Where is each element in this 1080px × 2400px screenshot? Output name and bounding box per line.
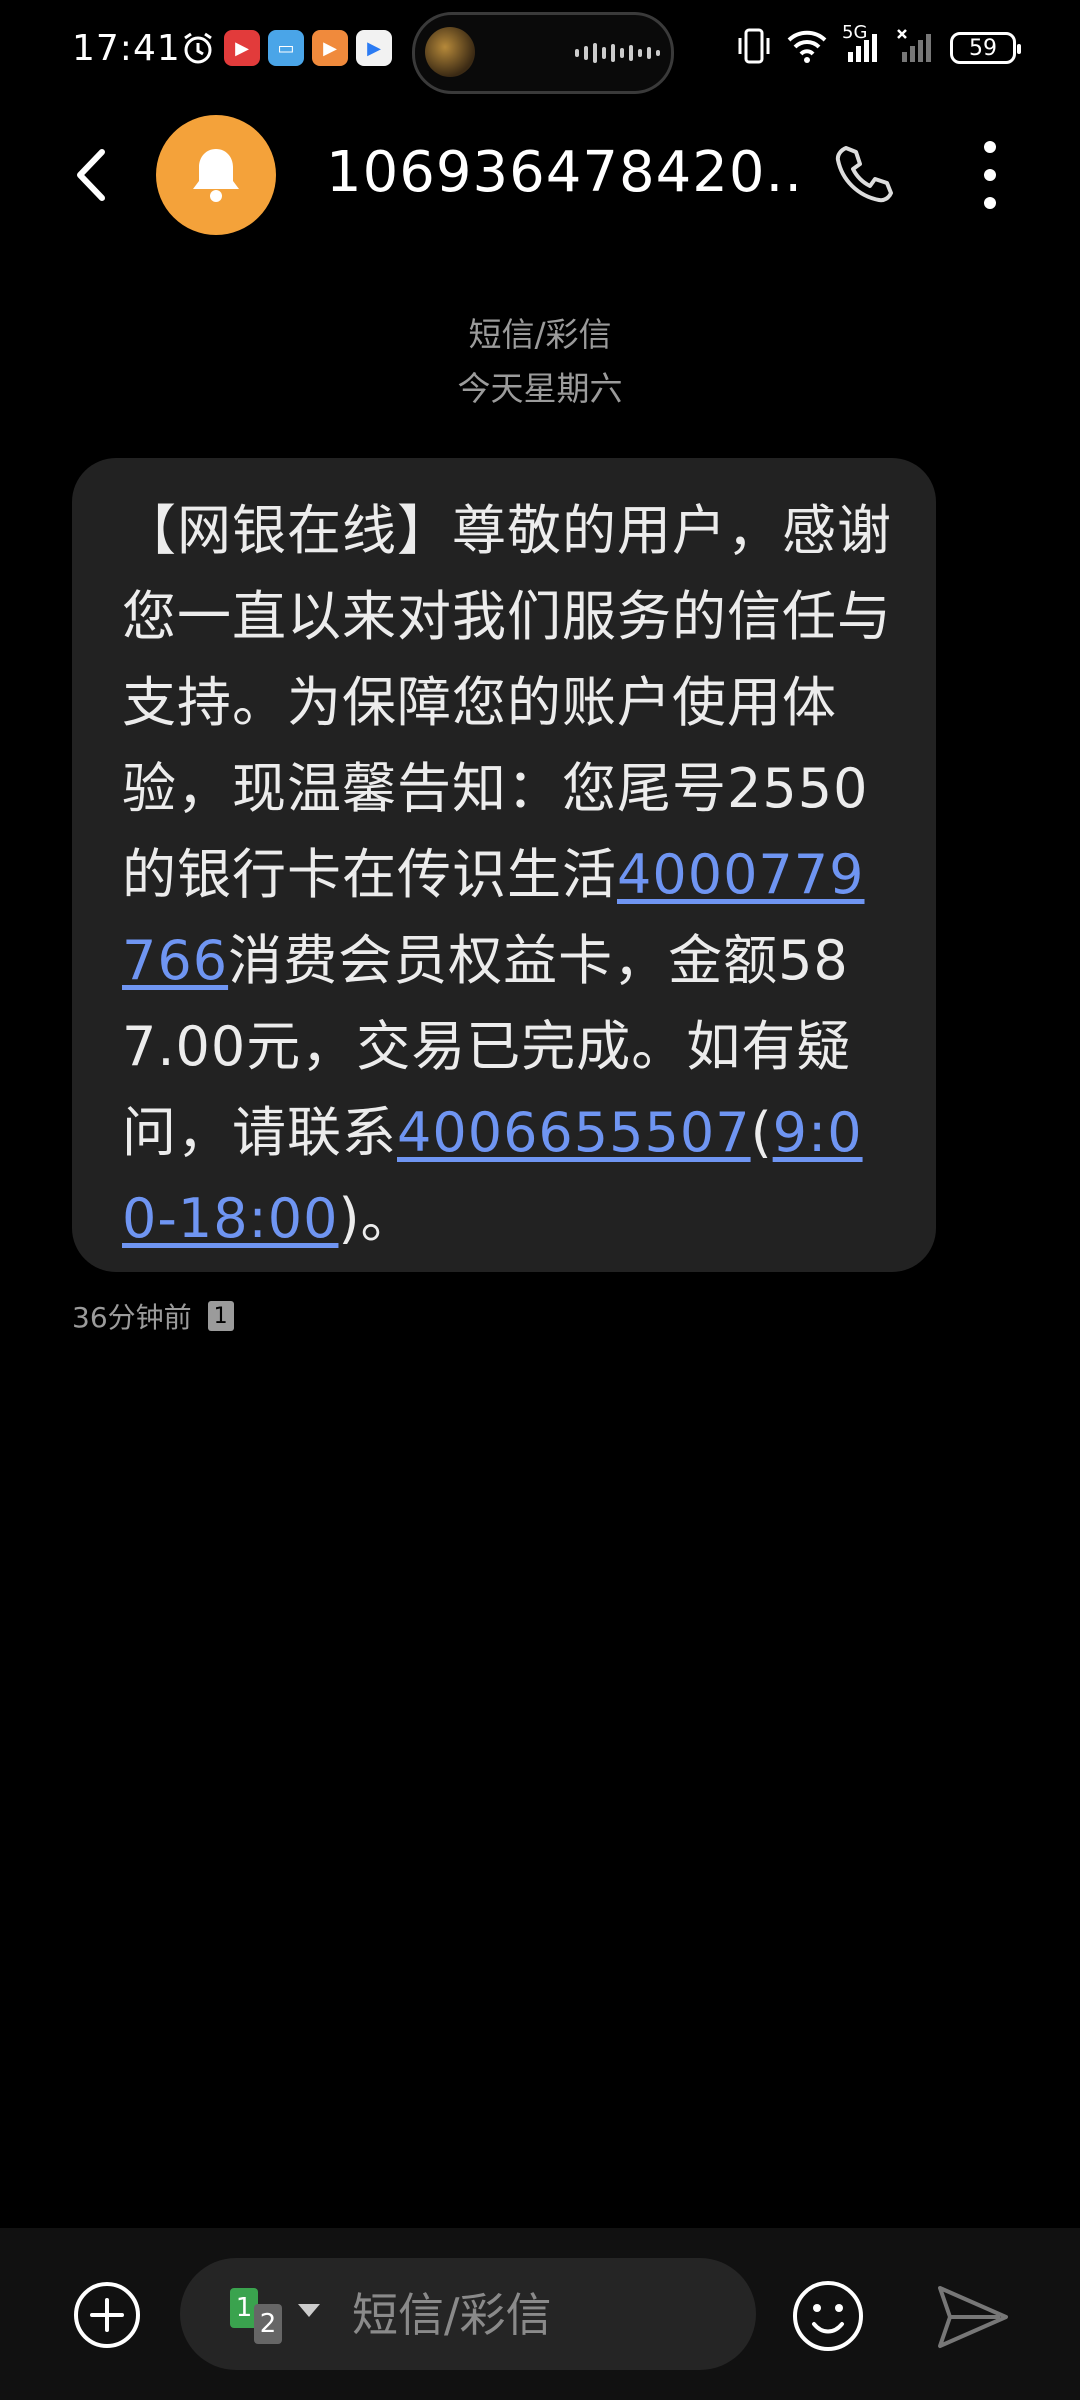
more-vertical-icon xyxy=(984,141,996,209)
chevron-down-icon xyxy=(298,2304,320,2317)
sim-selector[interactable]: 1 2 xyxy=(230,2288,320,2344)
send-icon xyxy=(938,2286,1008,2348)
composer-bar: 1 2 xyxy=(0,2228,1080,2400)
sim-2-label: 2 xyxy=(259,2309,277,2339)
battery-level: 59 xyxy=(969,35,997,61)
game-app-icon: ▶ xyxy=(356,30,392,66)
message-timestamp: 36分钟前 xyxy=(72,1301,192,1334)
contact-number: 106936478420... xyxy=(326,140,796,205)
alarm-icon xyxy=(180,30,216,66)
status-bar: 17:41 ▶ ▭ ▶ ▶ 5G 59 xyxy=(0,0,1080,100)
plus-circle-icon xyxy=(74,2282,140,2348)
sim-card-icon: 1 xyxy=(207,1301,234,1331)
conversation-header: 106936478420... xyxy=(0,110,1080,240)
message-text-part: ( xyxy=(750,1101,773,1164)
reader-app-icon: ▭ xyxy=(268,30,304,66)
sim-number: 1 xyxy=(213,1303,228,1329)
media-app-icon: ▶ xyxy=(312,30,348,66)
avatar[interactable] xyxy=(156,115,276,235)
phone-icon xyxy=(835,146,893,203)
signal-icon-2 xyxy=(896,28,936,68)
dynamic-island[interactable] xyxy=(412,12,674,94)
message-input[interactable] xyxy=(350,2280,734,2350)
bell-icon xyxy=(193,149,239,202)
status-time: 17:41 xyxy=(72,28,181,69)
sim-2-icon: 2 xyxy=(254,2304,282,2344)
video-app-icon: ▶ xyxy=(224,30,260,66)
message-bubble[interactable]: 【网银在线】尊敬的用户，感谢您一直以来对我们服务的信任与支持。为保障您的账户使用… xyxy=(72,458,936,1272)
now-playing-thumbnail xyxy=(425,27,475,77)
vibrate-icon xyxy=(736,26,772,70)
wifi-icon xyxy=(786,28,828,68)
network-type-label: 5G xyxy=(842,22,868,43)
message-meta: 36分钟前 1 xyxy=(72,1296,234,1336)
date-divider: 今天星期六 xyxy=(457,369,623,408)
audio-wave-icon xyxy=(575,43,660,63)
add-attachment-button[interactable] xyxy=(72,2280,142,2350)
message-text-part: )。 xyxy=(338,1187,416,1250)
phone-link[interactable]: 4006655507 xyxy=(397,1101,751,1164)
message-text: 【网银在线】尊敬的用户，感谢您一直以来对我们服务的信任与支持。为保障您的账户使用… xyxy=(122,488,896,1262)
smiley-icon xyxy=(793,2281,863,2351)
send-button[interactable] xyxy=(936,2282,1010,2352)
battery-indicator: 59 xyxy=(950,32,1021,64)
back-button[interactable] xyxy=(60,140,130,210)
call-button[interactable] xyxy=(828,140,898,210)
emoji-button[interactable] xyxy=(790,2278,866,2354)
more-options-button[interactable] xyxy=(960,135,1020,215)
sim-1-label: 1 xyxy=(235,2293,253,2323)
signal-icon: 5G xyxy=(842,22,882,68)
thread-type-label: 短信/彩信 xyxy=(468,315,612,354)
chevron-left-icon xyxy=(77,149,105,201)
message-input-container[interactable]: 1 2 xyxy=(180,2258,756,2370)
